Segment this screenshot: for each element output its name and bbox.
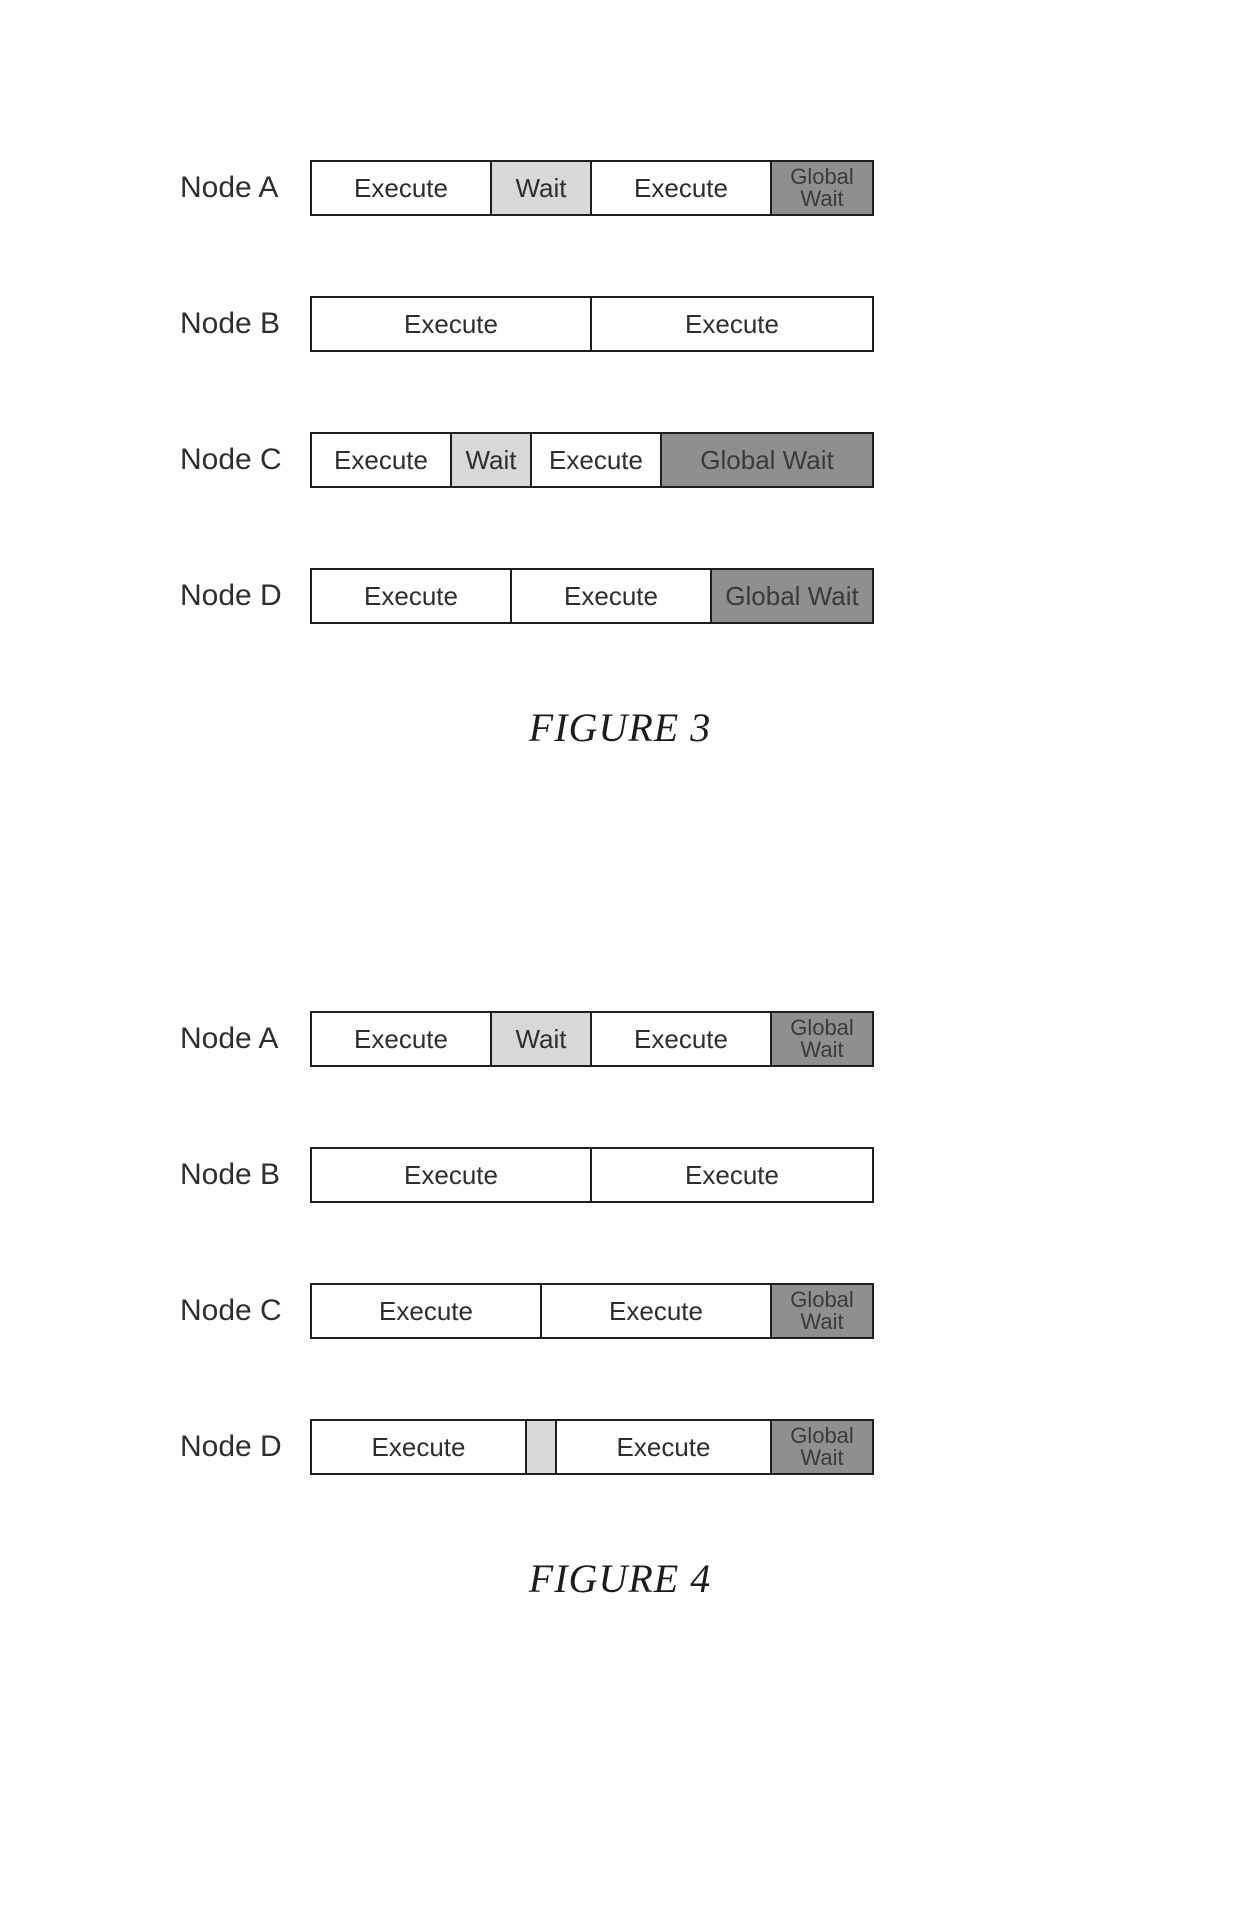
segment-execute: Execute bbox=[512, 570, 712, 622]
figure-3: Node A Execute Wait Execute Global Wait … bbox=[0, 160, 1240, 751]
segment-execute: Execute bbox=[557, 1421, 772, 1473]
segment-execute: Execute bbox=[312, 1421, 527, 1473]
segment-execute: Execute bbox=[592, 1013, 772, 1065]
segment-execute: Execute bbox=[312, 162, 492, 214]
row-label: Node C bbox=[180, 443, 310, 477]
fig4-node-a-row: Node A Execute Wait Execute Global Wait bbox=[0, 1011, 1240, 1067]
figure-4: Node A Execute Wait Execute Global Wait … bbox=[0, 1011, 1240, 1602]
row-label: Node A bbox=[180, 1022, 310, 1056]
timeline-bar: Execute Execute Global Wait bbox=[310, 1283, 874, 1339]
fig3-node-d-row: Node D Execute Execute Global Wait bbox=[0, 568, 1240, 624]
fig3-node-b-row: Node B Execute Execute bbox=[0, 296, 1240, 352]
timeline-bar: Execute Wait Execute Global Wait bbox=[310, 1011, 874, 1067]
segment-execute: Execute bbox=[312, 1149, 592, 1201]
segment-wait: Wait bbox=[492, 1013, 592, 1065]
segment-execute: Execute bbox=[592, 162, 772, 214]
timeline-bar: Execute Execute bbox=[310, 296, 874, 352]
segment-global-wait: Global Wait bbox=[772, 162, 872, 214]
segment-execute: Execute bbox=[312, 298, 592, 350]
segment-wait bbox=[527, 1421, 557, 1473]
timeline-bar: Execute Execute Global Wait bbox=[310, 1419, 874, 1475]
fig3-node-c-row: Node C Execute Wait Execute Global Wait bbox=[0, 432, 1240, 488]
segment-execute: Execute bbox=[312, 1013, 492, 1065]
segment-execute: Execute bbox=[532, 434, 662, 486]
timeline-bar: Execute Wait Execute Global Wait bbox=[310, 432, 874, 488]
fig4-node-d-row: Node D Execute Execute Global Wait bbox=[0, 1419, 1240, 1475]
segment-wait: Wait bbox=[452, 434, 532, 486]
fig4-node-b-row: Node B Execute Execute bbox=[0, 1147, 1240, 1203]
row-label: Node B bbox=[180, 307, 310, 341]
figure-4-caption: FIGURE 4 bbox=[0, 1555, 1240, 1602]
segment-execute: Execute bbox=[312, 570, 512, 622]
segment-global-wait: Global Wait bbox=[772, 1285, 872, 1337]
row-label: Node B bbox=[180, 1158, 310, 1192]
fig3-node-a-row: Node A Execute Wait Execute Global Wait bbox=[0, 160, 1240, 216]
segment-global-wait: Global Wait bbox=[662, 434, 872, 486]
segment-global-wait: Global Wait bbox=[772, 1013, 872, 1065]
segment-execute: Execute bbox=[592, 1149, 872, 1201]
row-label: Node C bbox=[180, 1294, 310, 1328]
fig4-node-c-row: Node C Execute Execute Global Wait bbox=[0, 1283, 1240, 1339]
segment-execute: Execute bbox=[312, 1285, 542, 1337]
page: Node A Execute Wait Execute Global Wait … bbox=[0, 0, 1240, 1910]
segment-execute: Execute bbox=[312, 434, 452, 486]
row-label: Node A bbox=[180, 171, 310, 205]
segment-wait: Wait bbox=[492, 162, 592, 214]
row-label: Node D bbox=[180, 1430, 310, 1464]
figure-spacer bbox=[0, 751, 1240, 1011]
segment-execute: Execute bbox=[542, 1285, 772, 1337]
figure-3-caption: FIGURE 3 bbox=[0, 704, 1240, 751]
row-label: Node D bbox=[180, 579, 310, 613]
segment-global-wait: Global Wait bbox=[712, 570, 872, 622]
segment-global-wait: Global Wait bbox=[772, 1421, 872, 1473]
timeline-bar: Execute Execute bbox=[310, 1147, 874, 1203]
timeline-bar: Execute Execute Global Wait bbox=[310, 568, 874, 624]
segment-execute: Execute bbox=[592, 298, 872, 350]
timeline-bar: Execute Wait Execute Global Wait bbox=[310, 160, 874, 216]
